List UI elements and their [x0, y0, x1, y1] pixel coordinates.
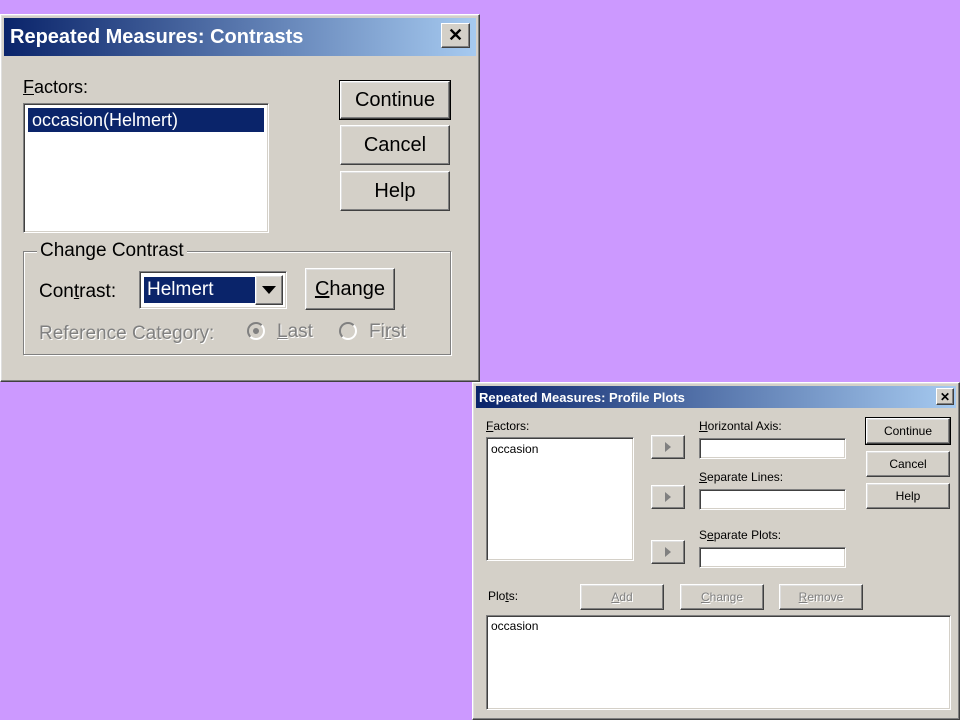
contrasts-factors-list[interactable]: occasion(Helmert)	[23, 103, 269, 233]
cancel-label: Cancel	[363, 133, 427, 156]
radio-first[interactable]	[339, 322, 357, 340]
continue-label: Continue	[354, 88, 436, 111]
cancel-label: Cancel	[889, 457, 927, 471]
profile-plots-close-button[interactable]: ✕	[936, 388, 954, 405]
contrast-select[interactable]: Helmert	[139, 271, 287, 309]
move-to-horizontal-axis-button[interactable]	[651, 435, 685, 459]
profile-help-button[interactable]: Help	[866, 483, 950, 509]
profile-plots-dialog: Repeated Measures: Profile Plots ✕ Facto…	[472, 382, 960, 720]
horizontal-axis-label: Horizontal Axis:	[699, 419, 782, 433]
move-to-separate-lines-button[interactable]	[651, 485, 685, 509]
help-label: Help	[374, 179, 416, 202]
contrasts-title: Repeated Measures: Contrasts	[10, 25, 304, 48]
continue-label: Continue	[883, 424, 933, 438]
separate-plots-field[interactable]	[699, 547, 846, 568]
close-icon: ✕	[447, 25, 464, 45]
list-item[interactable]: occasion	[491, 619, 538, 633]
profile-continue-button[interactable]: Continue	[865, 417, 951, 445]
change-contrast-button[interactable]: Change	[305, 268, 395, 310]
reference-category-label: Reference Category:	[39, 323, 215, 344]
contrast-label: Contrast:	[39, 281, 117, 302]
contrast-select-value: Helmert	[143, 276, 256, 304]
change-contrast-group-title: Change Contrast	[37, 240, 187, 262]
arrow-right-icon	[665, 547, 671, 557]
move-to-separate-plots-button[interactable]	[651, 540, 685, 564]
close-icon: ✕	[939, 389, 951, 404]
separate-lines-label: Separate Lines:	[699, 470, 784, 484]
profile-factors-list[interactable]: occasion	[486, 437, 634, 561]
change-plot-button[interactable]: Change	[680, 584, 764, 610]
profile-plots-titlebar[interactable]: Repeated Measures: Profile Plots	[476, 386, 956, 408]
contrasts-cancel-button[interactable]: Cancel	[340, 125, 450, 165]
contrasts-help-button[interactable]: Help	[340, 171, 450, 211]
radio-first-label: First	[369, 321, 406, 342]
plots-list[interactable]: occasion	[486, 615, 951, 710]
profile-cancel-button[interactable]: Cancel	[866, 451, 950, 477]
contrasts-continue-button[interactable]: Continue	[339, 80, 451, 120]
list-item[interactable]: occasion(Helmert)	[28, 108, 264, 132]
arrow-right-icon	[665, 442, 671, 452]
separate-plots-label: Separate Plots:	[699, 528, 782, 542]
list-item[interactable]: occasion	[491, 442, 538, 456]
radio-selected-dot	[253, 328, 259, 334]
help-label: Help	[895, 489, 921, 503]
add-plot-button[interactable]: Add	[580, 584, 664, 610]
profile-plots-title: Repeated Measures: Profile Plots	[479, 389, 685, 405]
radio-last-label: Last	[277, 321, 313, 342]
arrow-right-icon	[665, 492, 671, 502]
horizontal-axis-field[interactable]	[699, 438, 846, 459]
contrasts-factors-label: Factors:	[23, 77, 89, 97]
separate-lines-field[interactable]	[699, 489, 846, 510]
contrasts-titlebar[interactable]: Repeated Measures: Contrasts	[4, 18, 476, 56]
plots-label: Plots:	[488, 589, 519, 603]
remove-plot-button[interactable]: Remove	[779, 584, 863, 610]
contrasts-close-button[interactable]: ✕	[441, 23, 470, 48]
chevron-down-icon[interactable]	[255, 275, 283, 305]
contrasts-dialog: Repeated Measures: Contrasts ✕ Factors: …	[0, 14, 480, 382]
radio-last[interactable]	[247, 322, 265, 340]
profile-factors-label: Factors:	[486, 419, 530, 433]
